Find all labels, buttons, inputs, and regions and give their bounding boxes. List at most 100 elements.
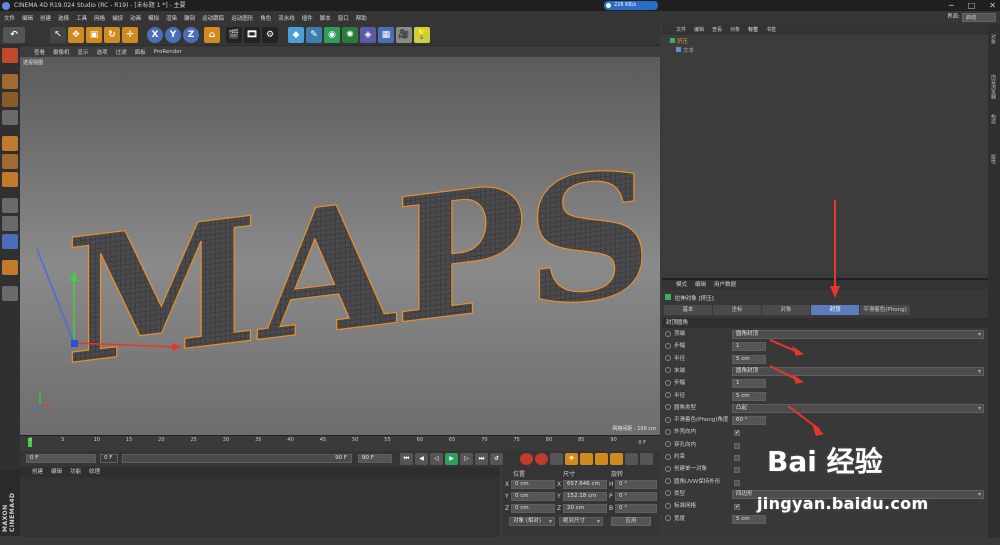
tweak-mode-icon[interactable] — [2, 216, 18, 231]
menu-item[interactable]: 文件 — [4, 14, 15, 22]
z-axis-button[interactable]: Z — [183, 27, 199, 43]
menu-item[interactable]: 流水线 — [278, 14, 295, 22]
viewport-menu-item[interactable]: 面板 — [135, 48, 146, 56]
prev-frame-icon[interactable]: ◁ — [430, 453, 443, 465]
points-mode-icon[interactable] — [2, 136, 18, 151]
object-manager-tab[interactable]: 编辑 — [694, 26, 704, 33]
material-tab[interactable]: 创建 — [32, 469, 43, 475]
floor-icon[interactable]: ▦ — [378, 27, 394, 43]
key-rotation-icon[interactable] — [595, 453, 608, 465]
cube-icon[interactable]: ◆ — [288, 27, 304, 43]
material-tab[interactable]: 纹理 — [89, 469, 100, 475]
close-icon[interactable]: ✕ — [989, 0, 996, 11]
size-mode-select[interactable]: 绝对尺寸 — [559, 517, 603, 526]
menu-item[interactable]: 渲染 — [166, 14, 177, 22]
move-icon[interactable]: ✥ — [68, 27, 84, 43]
menu-item[interactable]: 网格 — [94, 14, 105, 22]
workplane-icon[interactable] — [2, 110, 18, 125]
side-tab[interactable]: 对象 — [990, 34, 997, 44]
animate-toggle-icon[interactable] — [665, 502, 671, 509]
attribute-checkbox[interactable] — [734, 467, 740, 474]
layout-select[interactable]: 启动 — [962, 13, 996, 22]
viewport-menu-item[interactable]: 选项 — [97, 48, 108, 56]
goto-start-icon[interactable]: ⏮ — [400, 453, 413, 465]
menu-item[interactable]: 窗口 — [338, 14, 349, 22]
size-field[interactable]: 152.18 cm — [563, 492, 607, 501]
side-tab[interactable]: 构造 — [990, 114, 997, 124]
viewport-menu-item[interactable]: 显示 — [78, 48, 89, 56]
x-axis-button[interactable]: X — [147, 27, 163, 43]
attribute-tab[interactable]: 平滑着色(Phong) — [860, 305, 910, 315]
maps-3d-text[interactable]: MAPS — [64, 131, 653, 405]
axis-mode-icon[interactable] — [2, 198, 18, 213]
start-frame-field[interactable]: 0 F — [26, 454, 96, 463]
menu-item[interactable]: 创建 — [40, 14, 51, 22]
loop-icon[interactable]: ↺ — [490, 453, 503, 465]
menu-item[interactable]: 角色 — [260, 14, 271, 22]
texture-mode-icon[interactable] — [2, 92, 18, 107]
attribute-checkbox[interactable] — [734, 455, 740, 461]
subdivision-icon[interactable]: ◉ — [324, 27, 340, 43]
viewport-menu-item[interactable]: 摄像机 — [53, 48, 70, 56]
menu-item[interactable]: 选择 — [58, 14, 69, 22]
animate-toggle-icon[interactable] — [665, 490, 671, 497]
render-settings-icon[interactable]: ⚙ — [262, 27, 278, 43]
object-row[interactable]: 挤压 — [670, 38, 688, 46]
maximize-icon[interactable]: □ — [968, 0, 976, 11]
menu-item[interactable]: 帮助 — [356, 14, 367, 22]
rotation-field[interactable]: 0 ° — [615, 492, 657, 501]
locked-workplane-icon[interactable] — [2, 260, 18, 275]
next-frame-icon[interactable]: ▷ — [460, 453, 473, 465]
planar-workplane-icon[interactable] — [2, 286, 18, 301]
position-field[interactable]: 0 cm — [511, 492, 555, 501]
attribute-checkbox[interactable] — [734, 442, 740, 449]
undo-icon[interactable]: ↶ — [3, 27, 25, 43]
menu-item[interactable]: 模拟 — [148, 14, 159, 22]
timeline-menu-icon[interactable] — [640, 453, 653, 465]
menu-item[interactable]: 工具 — [76, 14, 87, 22]
edges-mode-icon[interactable] — [2, 154, 18, 169]
attribute-checkbox[interactable] — [734, 479, 740, 486]
rotation-field[interactable]: 0 ° — [615, 504, 657, 513]
snap-icon[interactable] — [2, 234, 18, 249]
object-manager-tab[interactable]: 文件 — [676, 26, 686, 33]
make-editable-icon[interactable] — [2, 48, 18, 63]
position-field[interactable]: 0 cm — [511, 504, 555, 513]
rotate-icon[interactable]: ↻ — [104, 27, 120, 43]
animate-toggle-icon[interactable] — [665, 453, 671, 460]
camera-icon[interactable]: 🎥 — [396, 27, 412, 43]
render-picture-viewer-icon[interactable]: 🎞 — [244, 27, 260, 43]
menu-item[interactable]: 运动跟踪 — [202, 14, 224, 22]
record-icon[interactable] — [520, 453, 533, 465]
object-manager-tab[interactable]: 标签 — [748, 26, 758, 33]
key-scale-icon[interactable] — [580, 453, 593, 465]
menu-item[interactable]: 动画 — [130, 14, 141, 22]
autokey-icon[interactable] — [535, 453, 548, 465]
end-frame-field[interactable]: 90 F — [358, 454, 392, 463]
keyframe-selection-icon[interactable] — [550, 453, 563, 465]
render-view-icon[interactable]: 🎬 — [226, 27, 242, 43]
menu-item[interactable]: 脚本 — [320, 14, 331, 22]
frame-range-slider[interactable]: 90 F — [122, 454, 352, 463]
light-icon[interactable]: 💡 — [414, 27, 430, 43]
object-manager-tab[interactable]: 对象 — [730, 26, 740, 33]
pen-icon[interactable]: ✎ — [306, 27, 322, 43]
animate-toggle-icon[interactable] — [665, 515, 671, 521]
animate-toggle-icon[interactable] — [665, 465, 671, 472]
key-pla-icon[interactable] — [625, 453, 638, 465]
side-tab[interactable]: 属性 — [990, 154, 997, 164]
key-param-icon[interactable] — [610, 453, 623, 465]
viewport-menu-item[interactable]: 查看 — [34, 48, 45, 56]
size-field[interactable]: 20 cm — [563, 504, 607, 513]
prev-key-icon[interactable]: ◀ — [415, 453, 428, 465]
attribute-checkbox[interactable] — [734, 503, 740, 511]
goto-end-icon[interactable]: ⏭ — [475, 453, 488, 465]
animate-toggle-icon[interactable] — [665, 441, 671, 448]
coord-system-icon[interactable]: ⌂ — [204, 27, 220, 43]
model-mode-icon[interactable] — [2, 74, 18, 89]
menu-item[interactable]: 捕捉 — [112, 14, 123, 22]
viewport-menu-item[interactable]: 过滤 — [116, 48, 127, 56]
menu-item[interactable]: 运动图形 — [231, 14, 253, 22]
array-icon[interactable]: ✺ — [342, 27, 358, 43]
minimize-icon[interactable]: ─ — [949, 0, 954, 11]
